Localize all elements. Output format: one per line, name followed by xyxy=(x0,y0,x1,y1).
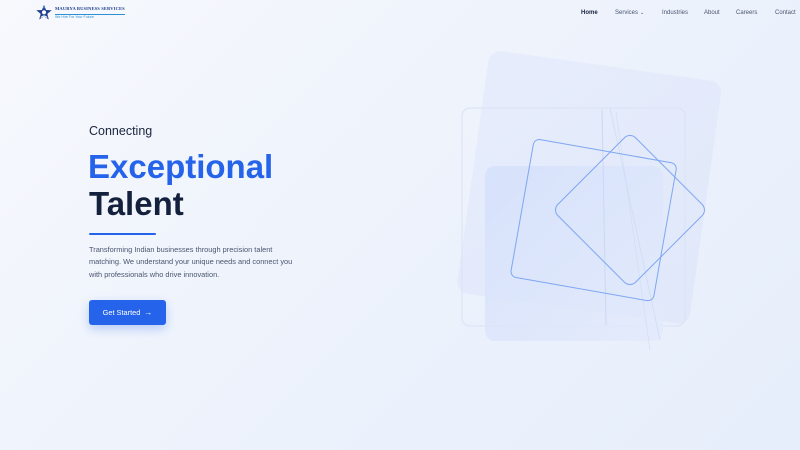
nav-item-industries[interactable]: Industries xyxy=(662,9,688,17)
hero-decorative-graphic xyxy=(457,51,722,351)
headline-underline xyxy=(89,233,156,235)
get-started-label: Get Started xyxy=(102,308,141,317)
arrow-right-icon: → xyxy=(144,308,153,317)
main-nav: Home Services ⌄ Industries About Careers … xyxy=(0,9,800,19)
hero-description: Transforming Indian businesses through p… xyxy=(89,245,293,279)
nav-item-home[interactable]: Home xyxy=(581,9,598,17)
get-started-button[interactable]: Get Started → xyxy=(89,300,166,325)
nav-item-contact[interactable]: Contact xyxy=(775,9,796,17)
nav-item-services-label: Services xyxy=(615,10,639,16)
hero-eyebrow: Connecting xyxy=(89,124,153,138)
hero-headline-dark: Talent xyxy=(89,185,184,222)
chevron-down-icon: ⌄ xyxy=(640,10,645,16)
hero-headline-accent: Exceptional xyxy=(88,148,274,185)
nav-item-careers[interactable]: Careers xyxy=(736,9,757,17)
nav-item-about[interactable]: About xyxy=(704,9,720,17)
site-header: MAURYA BUSINESS SERVICES We Hire For You… xyxy=(0,0,800,28)
nav-item-services[interactable]: Services ⌄ xyxy=(615,9,644,17)
